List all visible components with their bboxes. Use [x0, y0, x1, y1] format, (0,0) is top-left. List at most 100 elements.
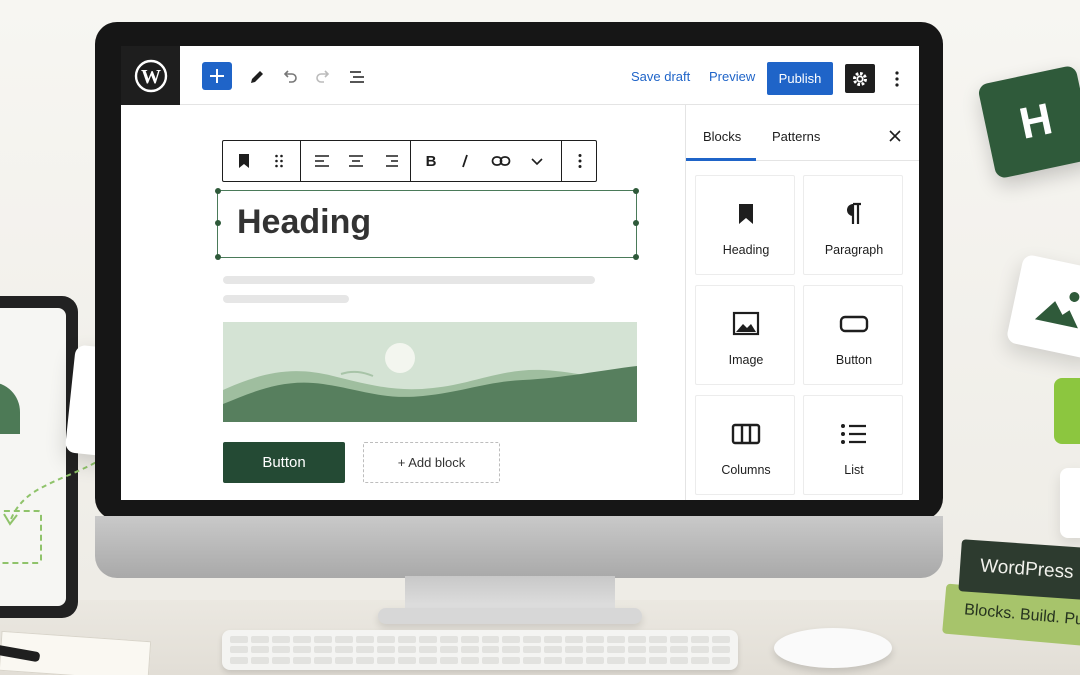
- link-button[interactable]: [485, 141, 517, 181]
- document-overview-button[interactable]: [344, 64, 370, 90]
- keyboard-key: [565, 646, 584, 654]
- align-center-button[interactable]: [341, 141, 371, 181]
- svg-text:B: B: [426, 153, 437, 169]
- keyboard-key: [334, 656, 353, 664]
- heading-text[interactable]: Heading: [237, 203, 371, 242]
- keyboard-key: [313, 646, 332, 654]
- add-block-button[interactable]: [202, 62, 232, 90]
- gear-icon: [853, 71, 867, 86]
- resize-handle[interactable]: [215, 188, 221, 194]
- bold-icon: B: [426, 153, 437, 169]
- mouse: [774, 628, 892, 668]
- block-type-button[interactable]: [231, 141, 257, 181]
- landscape-icon: [1034, 291, 1080, 329]
- add-block-placeholder-button[interactable]: + Add block: [363, 442, 500, 483]
- block-tile-label: Button: [835, 353, 873, 367]
- editor-top-toolbar: Save draft Preview Publish: [180, 46, 919, 105]
- toolbar-divider: [300, 141, 301, 181]
- button-icon: [839, 315, 869, 333]
- pilcrow-icon: [847, 202, 861, 224]
- chevron-down-icon: [531, 158, 543, 166]
- keyboard-key: [439, 646, 458, 654]
- align-right-button[interactable]: [376, 141, 406, 181]
- keyboard-key: [418, 646, 437, 654]
- tab-patterns[interactable]: Patterns: [772, 129, 820, 144]
- keyboard-key: [376, 646, 395, 654]
- edit-tool-button[interactable]: [244, 64, 270, 90]
- monitor-stand-foot: [378, 608, 642, 624]
- keyboard-key: [460, 646, 479, 654]
- monitor-chin: [95, 516, 943, 578]
- heading-block[interactable]: Heading: [215, 188, 639, 260]
- keyboard-key: [607, 646, 626, 654]
- cta-button-block[interactable]: Button: [223, 442, 345, 483]
- resize-handle[interactable]: [633, 188, 639, 194]
- wordpress-logo-button[interactable]: W: [121, 46, 180, 105]
- keyboard-key: [649, 646, 668, 654]
- keyboard-key: [230, 646, 248, 654]
- floating-green-card: [1054, 378, 1080, 444]
- keyboard-key: [250, 656, 269, 664]
- keyboard-key: [271, 646, 290, 654]
- publish-button[interactable]: Publish: [767, 62, 833, 95]
- block-tile-button[interactable]: Button: [803, 285, 903, 385]
- resize-handle[interactable]: [633, 254, 639, 260]
- keyboard-key: [691, 636, 710, 643]
- keyboard-key: [397, 636, 416, 643]
- undo-button[interactable]: [277, 64, 303, 90]
- italic-button[interactable]: [451, 141, 479, 181]
- svg-text:W: W: [141, 66, 161, 88]
- settings-button[interactable]: [845, 64, 875, 93]
- block-tile-columns[interactable]: Columns: [695, 395, 795, 495]
- keyboard-key: [271, 656, 290, 664]
- block-tile-image[interactable]: Image: [695, 285, 795, 385]
- keyboard-key: [523, 646, 542, 654]
- image-block[interactable]: [223, 322, 637, 422]
- resize-handle[interactable]: [215, 220, 221, 226]
- keyboard-key: [607, 636, 626, 643]
- drag-handle[interactable]: [267, 141, 291, 181]
- book-wordpress: WordPress: [958, 539, 1080, 601]
- keyboard-key: [565, 636, 584, 643]
- resize-handle[interactable]: [633, 220, 639, 226]
- resize-handle[interactable]: [215, 254, 221, 260]
- keyboard-key: [523, 636, 542, 643]
- more-vertical-icon: [895, 70, 899, 87]
- bold-button[interactable]: B: [417, 141, 445, 181]
- preview-button[interactable]: Preview: [709, 69, 755, 84]
- close-inserter-button[interactable]: [884, 125, 906, 147]
- tab-blocks[interactable]: Blocks: [703, 129, 741, 144]
- keyboard-key: [230, 656, 248, 664]
- block-tile-paragraph[interactable]: Paragraph: [803, 175, 903, 275]
- keyboard-key: [649, 656, 668, 664]
- align-center-icon: [349, 155, 363, 167]
- toolbar-divider: [410, 141, 411, 181]
- keyboard-key: [544, 646, 563, 654]
- keyboard-key: [502, 656, 521, 664]
- keyboard: [222, 630, 738, 670]
- block-tile-list[interactable]: List: [803, 395, 903, 495]
- keyboard-key: [439, 636, 458, 643]
- redo-button[interactable]: [310, 64, 336, 90]
- more-formatting-button[interactable]: [523, 141, 551, 181]
- landscape-illustration: [223, 322, 637, 422]
- keyboard-key: [250, 636, 269, 643]
- options-menu-button[interactable]: [886, 64, 908, 93]
- keyboard-key: [712, 646, 730, 654]
- align-left-button[interactable]: [307, 141, 337, 181]
- plus-icon: [210, 69, 224, 83]
- block-tile-heading[interactable]: Heading: [695, 175, 795, 275]
- list-view-icon: [350, 71, 364, 83]
- wordpress-logo-icon: W: [134, 59, 167, 92]
- paragraph-placeholder-line: [223, 276, 595, 284]
- bookmark-icon: [239, 154, 249, 168]
- keyboard-key: [523, 656, 542, 664]
- active-tab-indicator: [686, 158, 756, 161]
- keyboard-key: [250, 646, 269, 654]
- save-draft-button[interactable]: Save draft: [631, 69, 690, 84]
- keyboard-key: [691, 656, 710, 664]
- keyboard-key: [481, 656, 500, 664]
- drag-handle-icon: [275, 154, 283, 168]
- block-options-button[interactable]: [567, 141, 593, 181]
- keyboard-key: [230, 636, 248, 643]
